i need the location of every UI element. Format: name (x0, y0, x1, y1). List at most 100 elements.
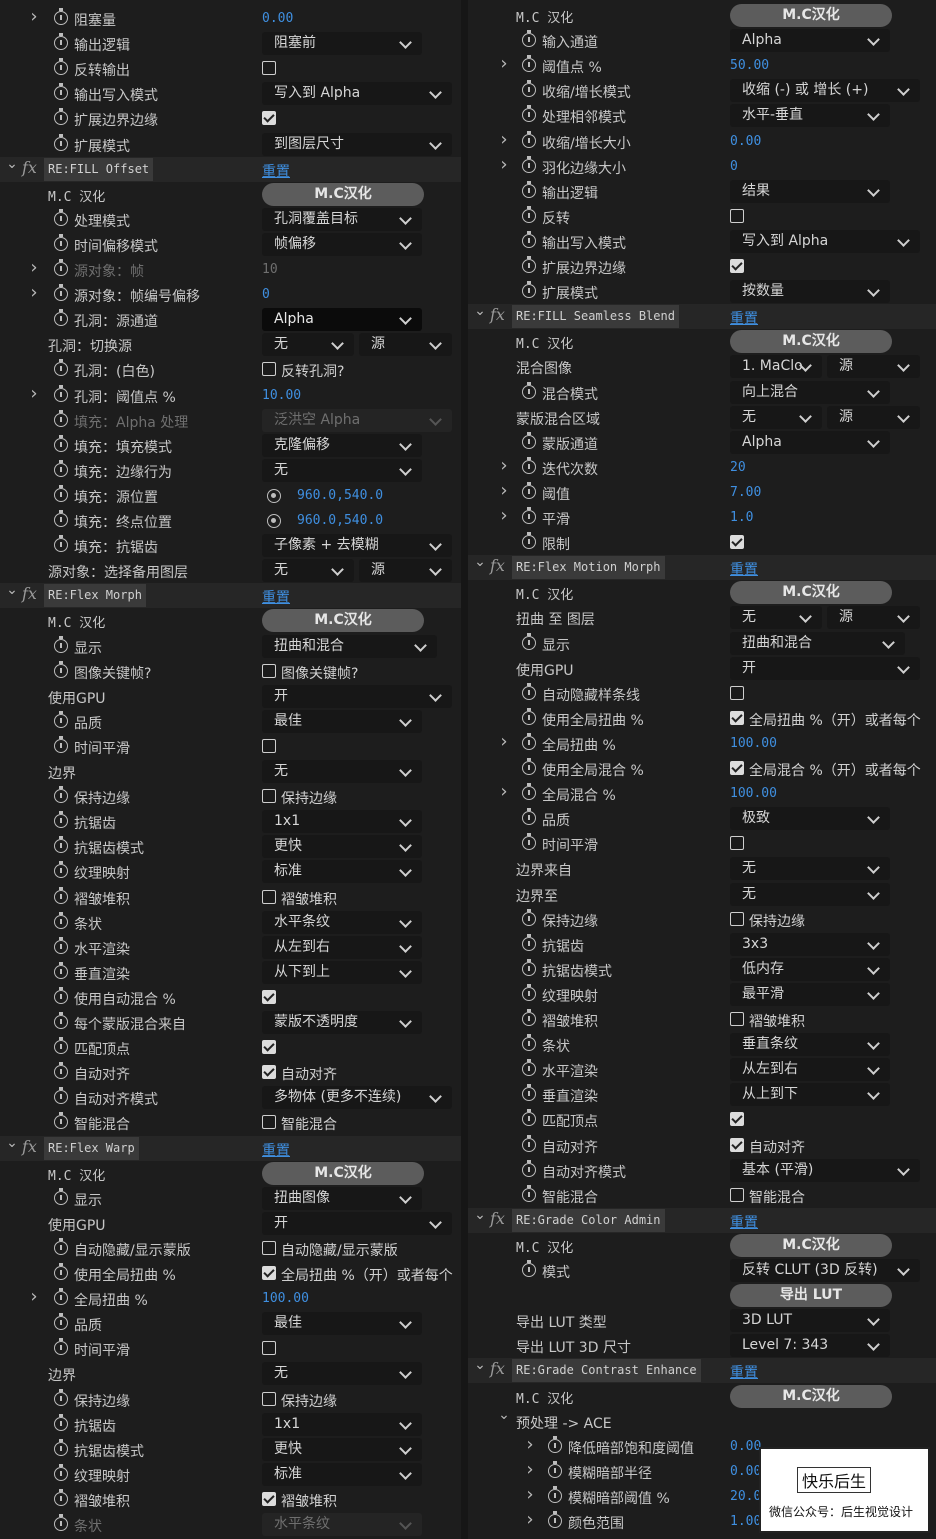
point-value[interactable]: 960.0,540.0 (297, 488, 383, 503)
expand-chevron-icon[interactable]: ⌄ (498, 1407, 510, 1423)
fx-icon[interactable]: fx (490, 1209, 505, 1228)
stopwatch-icon[interactable] (522, 1159, 536, 1177)
layer-dropdown[interactable]: 无 (262, 559, 354, 583)
param-dropdown[interactable]: 克隆偏移 (262, 433, 422, 457)
param-checkbox[interactable] (262, 889, 276, 904)
param-checkbox[interactable] (730, 685, 744, 700)
expand-chevron-icon[interactable]: › (28, 282, 40, 303)
param-value[interactable]: 7.00 (730, 485, 761, 500)
param-dropdown[interactable]: 3D LUT (730, 1309, 890, 1333)
stopwatch-icon[interactable] (54, 660, 68, 678)
fx-icon[interactable]: fx (490, 305, 505, 324)
param-dropdown[interactable]: 水平条纹 (262, 910, 422, 934)
param-dropdown[interactable]: 1x1 (262, 810, 422, 834)
stopwatch-icon[interactable] (54, 1313, 68, 1331)
param-value[interactable]: 0 (262, 287, 270, 302)
param-dropdown[interactable]: 标准 (262, 1462, 422, 1486)
source-dropdown[interactable]: 源 (359, 333, 452, 357)
param-checkbox[interactable] (262, 989, 276, 1004)
collapse-chevron-icon[interactable]: ⌄ (474, 1207, 486, 1223)
stopwatch-icon[interactable] (522, 205, 536, 223)
param-checkbox[interactable] (730, 710, 744, 725)
param-dropdown[interactable]: 开 (262, 684, 452, 708)
stopwatch-icon[interactable] (54, 1037, 68, 1055)
expand-chevron-icon[interactable]: › (524, 1459, 536, 1480)
stopwatch-icon[interactable] (54, 986, 68, 1004)
param-dropdown[interactable]: 最佳 (262, 709, 422, 733)
fx-icon[interactable]: fx (22, 158, 37, 177)
param-checkbox[interactable] (262, 1240, 276, 1255)
mc-button[interactable]: M.C汉化 (262, 1161, 424, 1185)
stopwatch-icon[interactable] (54, 208, 68, 226)
collapse-chevron-icon[interactable]: ⌄ (6, 156, 18, 172)
stopwatch-icon[interactable] (522, 481, 536, 499)
param-value[interactable]: 0.00 (730, 134, 761, 149)
stopwatch-icon[interactable] (522, 983, 536, 1001)
param-dropdown[interactable]: 标准 (262, 860, 422, 884)
param-dropdown[interactable]: Level 7: 343 (730, 1334, 890, 1358)
param-checkbox[interactable] (262, 1266, 276, 1280)
mc-button[interactable]: M.C汉化 (730, 1233, 892, 1257)
stopwatch-icon[interactable] (522, 833, 536, 851)
stopwatch-icon[interactable] (54, 1087, 68, 1105)
stopwatch-icon[interactable] (522, 230, 536, 248)
expand-chevron-icon[interactable]: › (498, 129, 510, 150)
param-dropdown[interactable]: 扭曲图像 (262, 1186, 422, 1210)
stopwatch-icon[interactable] (522, 256, 536, 273)
stopwatch-icon[interactable] (54, 1488, 68, 1506)
param-dropdown[interactable]: 孔洞覆盖目标 (262, 207, 422, 231)
expand-chevron-icon[interactable]: › (498, 731, 510, 752)
stopwatch-icon[interactable] (522, 30, 536, 48)
stopwatch-icon[interactable] (54, 1388, 68, 1406)
stopwatch-icon[interactable] (522, 958, 536, 976)
stopwatch-icon[interactable] (522, 180, 536, 198)
stopwatch-icon[interactable] (54, 83, 68, 101)
expand-chevron-icon[interactable]: › (498, 480, 510, 501)
source-dropdown[interactable]: 源 (827, 355, 920, 379)
mc-button[interactable]: M.C汉化 (262, 182, 424, 206)
stopwatch-icon[interactable] (54, 510, 68, 527)
fx-icon[interactable]: fx (22, 1137, 37, 1156)
reset-link[interactable]: 重置 (262, 587, 290, 607)
layer-dropdown[interactable]: 无 (730, 606, 822, 630)
stopwatch-icon[interactable] (54, 133, 68, 151)
param-checkbox[interactable] (730, 535, 744, 550)
stopwatch-icon[interactable] (522, 1059, 536, 1077)
reset-link[interactable]: 重置 (262, 1140, 290, 1160)
stopwatch-icon[interactable] (54, 836, 68, 854)
expand-chevron-icon[interactable]: › (498, 505, 510, 526)
stopwatch-icon[interactable] (522, 155, 536, 173)
source-dropdown[interactable]: 源 (359, 559, 452, 583)
stopwatch-icon[interactable] (54, 811, 68, 829)
stopwatch-icon[interactable] (522, 808, 536, 826)
mc-button[interactable]: M.C汉化 (730, 4, 892, 27)
param-dropdown[interactable]: 基本 (平滑) (730, 1158, 920, 1182)
param-dropdown[interactable]: 无 (730, 882, 890, 906)
param-dropdown[interactable]: 低内存 (730, 957, 890, 981)
stopwatch-icon[interactable] (54, 359, 68, 377)
param-dropdown[interactable]: 蒙版不透明度 (262, 1011, 422, 1034)
point-target-icon[interactable] (267, 514, 281, 528)
fx-icon[interactable]: fx (22, 584, 37, 603)
param-checkbox[interactable] (262, 663, 276, 678)
stopwatch-icon[interactable] (54, 861, 68, 879)
collapse-chevron-icon[interactable]: ⌄ (6, 1135, 18, 1151)
param-dropdown[interactable]: 开 (262, 1211, 452, 1235)
expand-chevron-icon[interactable]: › (524, 1509, 536, 1530)
param-checkbox[interactable] (262, 1491, 276, 1506)
param-dropdown[interactable]: Alpha (730, 430, 890, 454)
stopwatch-icon[interactable] (522, 431, 536, 449)
param-dropdown[interactable]: 无 (730, 857, 890, 881)
stopwatch-icon[interactable] (522, 1084, 536, 1102)
param-dropdown[interactable]: 从下到上 (262, 960, 422, 984)
expand-chevron-icon[interactable]: › (498, 154, 510, 175)
param-dropdown[interactable]: 收缩 (-) 或 增长 (+) (730, 79, 920, 103)
reset-link[interactable]: 重置 (730, 308, 758, 328)
stopwatch-icon[interactable] (54, 1263, 68, 1280)
param-dropdown[interactable]: Alpha (730, 29, 890, 53)
param-dropdown[interactable]: 向上混合 (730, 380, 890, 404)
stopwatch-icon[interactable] (54, 1288, 68, 1306)
stopwatch-icon[interactable] (54, 409, 68, 427)
param-dropdown[interactable]: 无 (262, 1362, 422, 1386)
stopwatch-icon[interactable] (522, 1260, 536, 1277)
